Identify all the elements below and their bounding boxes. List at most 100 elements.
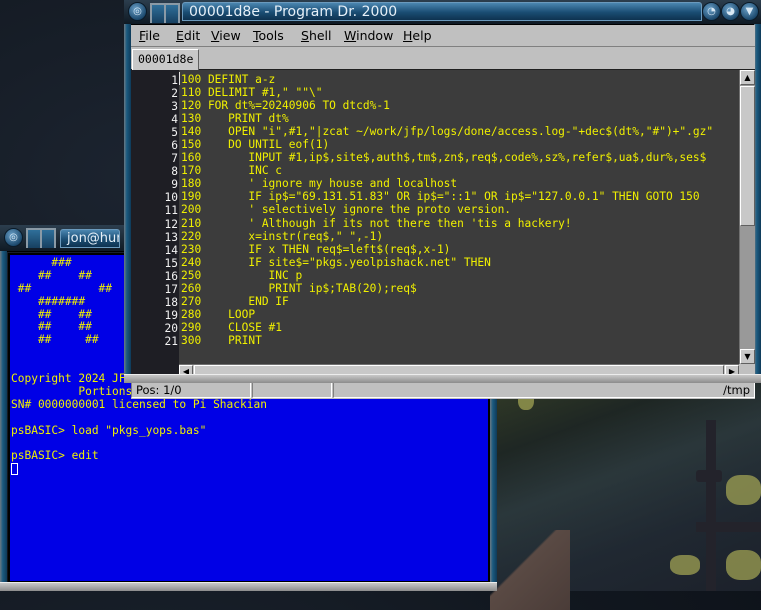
code-line[interactable]: 6 150 DO UNTIL eof(1) — [131, 138, 748, 152]
code-line[interactable]: 17 260 PRINT ip$;TAB(20);req$ — [131, 282, 748, 296]
editor-titlebar[interactable]: ◎ 00001d8e - Program Dr. 2000 ◔ ◕ ▼ — [124, 0, 761, 25]
line-number: 21 — [164, 334, 178, 348]
scroll-up-icon: ▲ — [744, 73, 751, 82]
status-cell — [252, 382, 332, 398]
code-line[interactable]: 16 250 INC p — [131, 268, 748, 283]
text-cursor — [179, 72, 180, 85]
code-line[interactable]: 8 170 INC c — [131, 164, 748, 178]
window-menu-icon: ◎ — [9, 232, 18, 243]
terminal-line: psBASIC> edit — [11, 449, 99, 463]
code-line[interactable]: 4 130 PRINT dt% — [131, 112, 748, 126]
menu-tools-label: ools — [258, 28, 284, 43]
code-line[interactable]: 7 160 INPUT #1,ip$,site$,auth$,tm$,zn$,re… — [131, 151, 748, 165]
scroll-down-button[interactable]: ▼ — [740, 349, 755, 364]
code-text: 150 DO UNTIL eof(1) — [181, 138, 330, 152]
shade-button[interactable]: ▼ — [740, 2, 759, 21]
iconify-icon: ◔ — [707, 6, 716, 17]
code-text: 160 INPUT #1,ip$,site$,auth$,tm$,zn$,req… — [181, 151, 707, 165]
window-menu-button[interactable]: ◎ — [4, 228, 23, 247]
code-line[interactable]: 5 140 OPEN "i",#1,"|zcat ~/work/jfp/logs/… — [131, 125, 748, 139]
code-line[interactable]: 19 280 LOOP — [131, 308, 748, 322]
window-frame-bottom[interactable] — [0, 582, 497, 591]
code-text: 250 INC p — [181, 268, 303, 282]
document-tab[interactable]: 00001d8e — [132, 49, 200, 70]
code-line[interactable]: 18 270 END IF — [131, 294, 748, 309]
desktop-wallpaper — [490, 380, 761, 610]
menu-shell-mnemonic: S — [301, 28, 309, 43]
menu-file-label: ile — [145, 28, 160, 43]
editor-window[interactable]: ◎ 00001d8e - Program Dr. 2000 ◔ ◕ ▼ File… — [124, 0, 761, 399]
code-line[interactable]: 2 110 DELIMIT #1," ""\" — [131, 86, 748, 100]
wallpaper-leaf — [726, 475, 761, 505]
editor-title: 00001d8e - Program Dr. 2000 — [182, 2, 702, 21]
code-editor[interactable]: 1 100 DEFINT a-z 2 110 DELIMIT #1," ""\" 3 12… — [131, 70, 748, 364]
code-line[interactable]: 14 230 IF x THEN req$=left$(req$,x-1) — [131, 242, 748, 257]
code-text: 200 ' selectively ignore the proto versi… — [181, 203, 512, 217]
code-text: 300 PRINT — [181, 333, 262, 347]
code-text: 180 ' ignore my house and localhost — [181, 177, 458, 191]
wallpaper-post — [706, 420, 716, 591]
code-line[interactable]: 13 220 x=instr(req$," ",-1) — [131, 230, 748, 244]
code-text: 230 IF x THEN req$=left$(req$,x-1) — [181, 242, 451, 256]
menu-file[interactable]: File — [139, 28, 160, 43]
code-text: 190 IF ip$="69.131.51.83" OR ip$="::1" O… — [181, 190, 700, 204]
code-line[interactable]: 3 120 FOR dt%=20240906 TO dtcd%-1 — [131, 99, 748, 113]
menu-help[interactable]: Help — [403, 28, 432, 43]
terminal-line: psBASIC> load "pkgs_yops.bas" — [11, 423, 207, 437]
iconify-button[interactable]: ◔ — [702, 2, 721, 21]
code-text: 290 CLOSE #1 — [181, 320, 283, 334]
scroll-up-button[interactable]: ▲ — [740, 70, 755, 85]
code-text: 110 DELIMIT #1," ""\" — [181, 86, 323, 100]
menu-view[interactable]: View — [211, 28, 241, 43]
menu-shell-label: hell — [308, 28, 332, 43]
code-line[interactable]: 20 290 CLOSE #1 — [131, 320, 748, 335]
window-frame-right[interactable] — [754, 24, 761, 375]
code-line[interactable]: 1 100 DEFINT a-z — [131, 72, 748, 87]
code-text: 270 END IF — [181, 294, 289, 308]
menu-window[interactable]: Window — [344, 28, 393, 43]
window-frame-left[interactable] — [124, 24, 131, 375]
code-line[interactable]: 10 190 IF ip$="69.131.51.83" OR ip$="::1"… — [131, 190, 748, 204]
editor-body: File Edit View Tools Shell Window Help 0… — [131, 25, 755, 399]
code-line[interactable]: 12 210 ' Although if its not there then '… — [131, 217, 748, 231]
shade-icon: ▼ — [745, 6, 754, 17]
code-line[interactable]: 15 240 IF site$="pkgs.yeolpishack.net" TH… — [131, 255, 748, 270]
code-text: 100 DEFINT a-z — [181, 73, 276, 86]
menu-edit-label: dit — [183, 28, 201, 43]
window-frame-left[interactable] — [0, 251, 7, 583]
status-directory: /tmp — [333, 382, 755, 398]
document-tab-bar: 00001d8e — [131, 47, 755, 71]
terminal-cursor — [11, 463, 18, 476]
code-text: 240 IF site$="pkgs.yeolpishack.net" THEN — [181, 255, 491, 269]
menu-tools[interactable]: Tools — [253, 28, 284, 43]
wallpaper-beam — [490, 530, 570, 610]
menu-edit-mnemonic: E — [176, 28, 184, 43]
menu-edit[interactable]: Edit — [176, 28, 200, 43]
window-grip-icon — [164, 3, 180, 23]
maximize-icon: ◕ — [726, 6, 735, 17]
maximize-button[interactable]: ◕ — [721, 2, 740, 21]
vertical-scrollbar[interactable]: ▲ ▼ — [739, 70, 755, 364]
menu-bar: File Edit View Tools Shell Window Help — [131, 25, 755, 47]
code-line[interactable]: 9 180 ' ignore my house and localhost — [131, 177, 748, 191]
terminal-title: jon@hum — [60, 229, 120, 248]
window-grip-icon — [40, 228, 56, 248]
code-line[interactable]: 11 200 ' selectively ignore the proto ver… — [131, 203, 748, 217]
vertical-scroll-thumb[interactable] — [740, 86, 755, 226]
menu-view-label: iew — [219, 28, 241, 43]
menu-help-mnemonic: H — [403, 28, 413, 43]
window-frame-bottom[interactable] — [124, 374, 761, 383]
status-position: Pos: 1/0 — [131, 382, 251, 398]
code-line[interactable]: 21 300 PRINT — [131, 333, 748, 348]
window-menu-button[interactable]: ◎ — [128, 2, 147, 21]
code-text: 130 PRINT dt% — [181, 112, 289, 126]
code-text: 140 OPEN "i",#1,"|zcat ~/work/jfp/logs/d… — [181, 125, 714, 139]
wallpaper-leaf — [670, 555, 700, 575]
wallpaper-crossbar — [696, 470, 722, 482]
menu-shell[interactable]: Shell — [301, 28, 332, 43]
status-bar: Pos: 1/0 /tmp — [131, 381, 755, 399]
menu-window-mnemonic: W — [344, 28, 357, 43]
window-menu-icon: ◎ — [133, 6, 142, 17]
code-text: 170 INC c — [181, 164, 283, 178]
